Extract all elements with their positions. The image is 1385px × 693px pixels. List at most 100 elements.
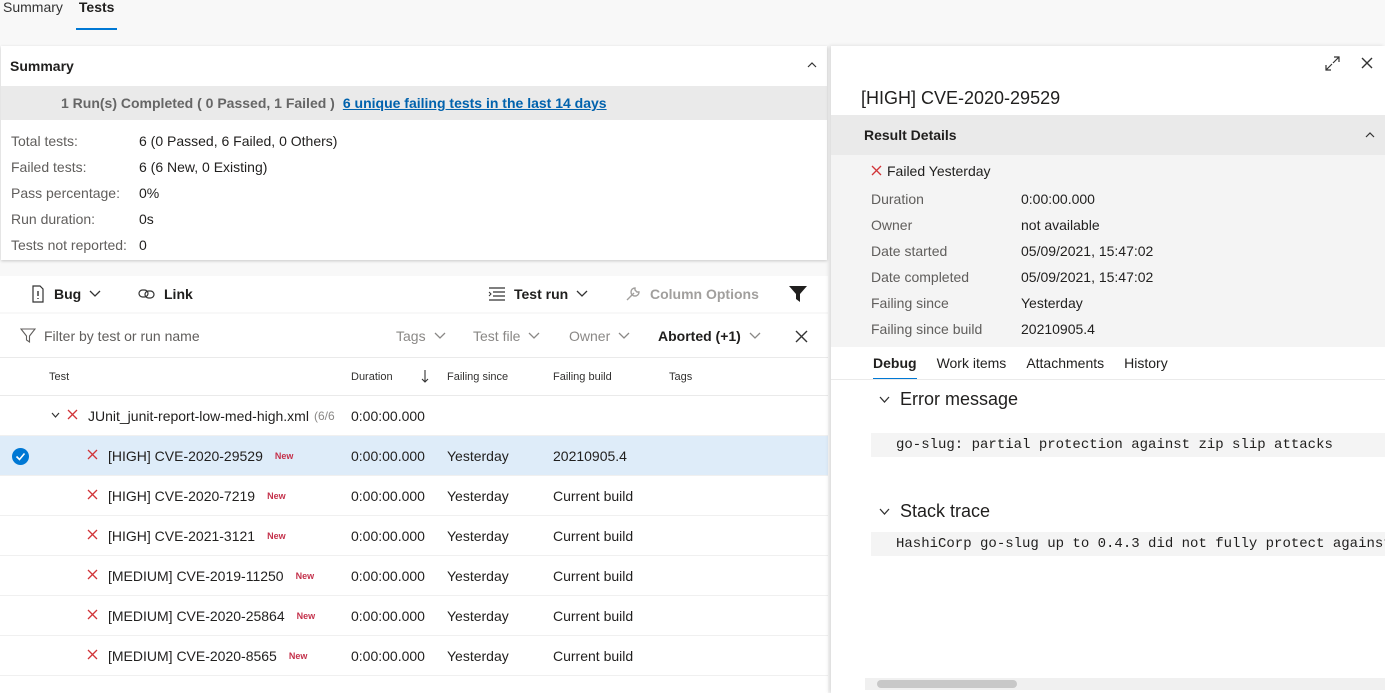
clear-filters-icon[interactable] xyxy=(795,330,808,343)
table-row[interactable]: [MEDIUM] CVE-2019-11250 New 0:00:00.000 Y… xyxy=(0,556,828,596)
field-label: Owner xyxy=(871,217,913,233)
stat-label: Run duration: xyxy=(11,211,96,227)
tab-work-items[interactable]: Work items xyxy=(937,355,1007,377)
stat-label: Total tests: xyxy=(11,133,78,149)
stat-row: Total tests: 6 (0 Passed, 6 Failed, 0 Oth… xyxy=(1,128,827,154)
test-failing-build: Current build xyxy=(553,488,634,504)
owner-filter[interactable]: Owner xyxy=(569,314,630,358)
chevron-up-icon[interactable] xyxy=(807,60,817,70)
tags-filter[interactable]: Tags xyxy=(396,314,446,358)
stat-value: 0 xyxy=(139,237,147,253)
stat-value: 6 (6 New, 0 Existing) xyxy=(139,159,268,175)
error-message-text: go-slug: partial protection against zip … xyxy=(871,433,1385,457)
stack-trace-header[interactable]: Stack trace xyxy=(879,501,990,522)
run-summary-bar: 1 Run(s) Completed ( 0 Passed, 1 Failed … xyxy=(1,86,827,120)
col-test[interactable]: Test xyxy=(49,371,69,383)
group-duration: 0:00:00.000 xyxy=(351,408,425,424)
filter-icon[interactable] xyxy=(789,286,807,302)
group-by-icon xyxy=(488,287,505,301)
tab-debug[interactable]: Debug xyxy=(873,355,917,380)
fail-icon xyxy=(871,165,882,176)
table-row[interactable]: [HIGH] CVE-2020-29529 New 0:00:00.000 Yes… xyxy=(0,436,828,476)
test-failing-build: Current build xyxy=(553,528,634,544)
table-row[interactable]: [MEDIUM] CVE-2020-8565 New 0:00:00.000 Ye… xyxy=(0,636,828,676)
test-file-filter[interactable]: Test file xyxy=(473,314,540,358)
table-row[interactable]: [HIGH] CVE-2021-3121 New 0:00:00.000 Yest… xyxy=(0,516,828,556)
failing-tests-link[interactable]: 6 unique failing tests in the last 14 da… xyxy=(343,95,607,111)
test-failing-since: Yesterday xyxy=(447,528,509,544)
page-tabs: Summary Tests xyxy=(0,0,127,32)
chevron-down-icon xyxy=(89,290,101,297)
summary-title: Summary xyxy=(10,58,74,74)
test-failing-since: Yesterday xyxy=(447,448,509,464)
stat-row: Pass percentage: 0% xyxy=(1,180,827,206)
link-icon xyxy=(138,289,155,299)
detail-title: [HIGH] CVE-2020-29529 xyxy=(861,88,1061,108)
fail-icon xyxy=(87,489,98,500)
result-status: Failed Yesterday xyxy=(871,163,991,179)
sort-down-icon[interactable] xyxy=(421,370,429,383)
wrench-icon xyxy=(626,287,640,301)
checkmark-circle-icon[interactable] xyxy=(12,448,29,465)
detail-field: Date completed 05/09/2021, 15:47:02 xyxy=(871,269,1153,285)
column-options-label: Column Options xyxy=(650,286,759,302)
result-details-title: Result Details xyxy=(864,127,957,143)
close-icon[interactable] xyxy=(1361,57,1373,69)
field-label: Duration xyxy=(871,191,924,207)
chevron-up-icon[interactable] xyxy=(1365,130,1375,140)
filter-search[interactable]: Filter by test or run name xyxy=(20,314,200,358)
table-row[interactable]: [HIGH] CVE-2020-7219 New 0:00:00.000 Yest… xyxy=(0,476,828,516)
fail-icon xyxy=(87,569,98,580)
detail-tabs: Debug Work items Attachments History xyxy=(873,355,1168,380)
stat-value: 0% xyxy=(139,185,160,201)
test-file-filter-label: Test file xyxy=(473,328,521,344)
result-details-header[interactable]: Result Details xyxy=(831,115,1385,155)
group-row[interactable]: JUnit_junit-report-low-med-high.xml (6/6… xyxy=(0,396,828,436)
detail-field: Failing since build 20210905.4 xyxy=(871,321,1095,337)
table-row[interactable]: [MEDIUM] CVE-2020-25864 New 0:00:00.000 Y… xyxy=(0,596,828,636)
error-message-header[interactable]: Error message xyxy=(879,389,1018,410)
test-duration: 0:00:00.000 xyxy=(351,528,425,544)
tab-summary[interactable]: Summary xyxy=(0,0,66,30)
fail-icon xyxy=(87,649,98,660)
chevron-down-icon xyxy=(879,508,890,515)
test-name: [HIGH] CVE-2020-29529 New xyxy=(108,448,294,464)
test-failing-since: Yesterday xyxy=(447,608,509,624)
link-button[interactable]: Link xyxy=(138,276,193,312)
col-duration[interactable]: Duration xyxy=(351,371,393,383)
column-options-button[interactable]: Column Options xyxy=(624,276,759,312)
test-run-label: Test run xyxy=(514,286,569,302)
col-failing-since[interactable]: Failing since xyxy=(447,371,508,383)
tab-tests[interactable]: Tests xyxy=(75,0,118,30)
new-badge: New xyxy=(296,611,316,621)
field-label: Failing since build xyxy=(871,321,983,337)
test-name: [MEDIUM] CVE-2019-11250 New xyxy=(108,568,315,584)
stat-row: Tests not reported: 0 xyxy=(1,232,827,258)
run-status: 1 Run(s) Completed ( 0 Passed, 1 Failed … xyxy=(61,95,335,111)
results-grid: Test Duration Failing since Failing buil… xyxy=(0,358,828,693)
result-details-body: Failed Yesterday Duration 0:00:00.000 Own… xyxy=(831,155,1385,347)
stat-row: Run duration: 0s xyxy=(1,206,827,232)
detail-panel: [HIGH] CVE-2020-29529 Result Details Fai… xyxy=(831,46,1385,693)
expand-icon[interactable] xyxy=(1325,56,1340,71)
test-duration: 0:00:00.000 xyxy=(351,488,425,504)
chevron-down-icon xyxy=(618,332,630,339)
field-value: 0:00:00.000 xyxy=(1021,191,1095,207)
filter-placeholder: Filter by test or run name xyxy=(44,328,200,344)
col-failing-build[interactable]: Failing build xyxy=(553,371,612,383)
tab-attachments[interactable]: Attachments xyxy=(1026,355,1104,377)
test-run-dropdown[interactable]: Test run xyxy=(488,276,588,312)
scrollbar-thumb[interactable] xyxy=(877,680,1017,688)
new-badge: New xyxy=(267,491,286,501)
detail-field: Owner not available xyxy=(871,217,1100,233)
outcome-filter[interactable]: Aborted (+1) xyxy=(658,314,761,358)
bug-label: Bug xyxy=(54,286,82,302)
horizontal-scrollbar[interactable] xyxy=(865,678,1385,690)
bug-button[interactable]: Bug xyxy=(30,276,101,312)
chevron-down-icon[interactable] xyxy=(51,412,60,418)
tab-history[interactable]: History xyxy=(1124,355,1168,377)
new-badge: New xyxy=(274,451,294,461)
test-name: [HIGH] CVE-2020-7219 New xyxy=(108,488,286,504)
col-tags[interactable]: Tags xyxy=(669,371,692,383)
test-name: [MEDIUM] CVE-2020-25864 New xyxy=(108,608,316,624)
